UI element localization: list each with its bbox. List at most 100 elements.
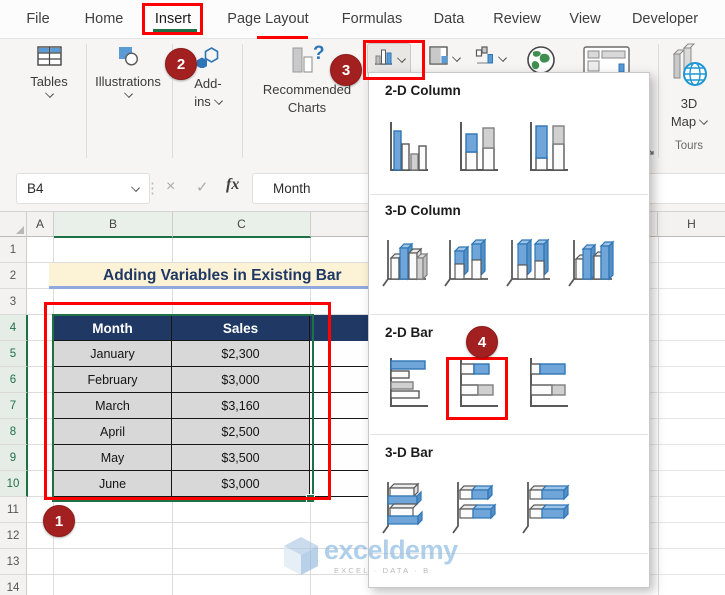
3d-clustered-column-option[interactable]: [376, 225, 434, 297]
select-all-triangle: [16, 226, 24, 234]
cell-sales[interactable]: $2,300: [172, 341, 310, 367]
cell-sales[interactable]: $3,000: [172, 367, 310, 393]
table-row: June $3,000: [53, 471, 310, 497]
bordered-empty-cells[interactable]: [310, 341, 368, 497]
table-header-month[interactable]: Month: [53, 315, 172, 341]
column-header-h[interactable]: H: [658, 212, 725, 237]
3d-map-icon: [670, 42, 708, 93]
name-box[interactable]: B4: [16, 173, 150, 204]
3d-clustered-bar-option[interactable]: [376, 469, 436, 545]
cell-month[interactable]: March: [53, 393, 172, 419]
tables-button[interactable]: Tables: [18, 46, 80, 98]
cell-sales[interactable]: $3,000: [172, 471, 310, 497]
data-table[interactable]: Month Sales January $2,300 February $3,0…: [53, 315, 310, 497]
select-all-corner[interactable]: [0, 212, 27, 237]
table-header-row: Month Sales: [53, 315, 310, 341]
addins-label-line2: ins: [194, 94, 211, 109]
column-header-g[interactable]: [650, 212, 658, 237]
section-label-2d-column: 2-D Column: [385, 83, 461, 98]
column-header-d[interactable]: [311, 212, 369, 237]
insert-column-chart-button[interactable]: [367, 43, 411, 75]
table-row: January $2,300: [53, 341, 310, 367]
cancel-icon[interactable]: ×: [166, 178, 175, 196]
row-header-5[interactable]: 5: [0, 341, 28, 367]
cell-month[interactable]: January: [53, 341, 172, 367]
cell-month[interactable]: May: [53, 445, 172, 471]
chevron-down-icon: [131, 183, 140, 192]
tab-view[interactable]: View: [560, 0, 610, 38]
row-header-2[interactable]: 2: [0, 263, 27, 289]
row-header-12[interactable]: 12: [0, 523, 27, 549]
table-row: April $2,500: [53, 419, 310, 445]
chevron-down-icon: [699, 116, 709, 125]
tab-home[interactable]: Home: [78, 0, 130, 38]
3d-100-stacked-column-option[interactable]: [500, 225, 558, 297]
column-header-b[interactable]: B: [54, 212, 173, 238]
table-row: February $3,000: [53, 367, 310, 393]
name-box-value: B4: [27, 181, 44, 196]
insert-function-icon[interactable]: fx: [226, 176, 239, 194]
excel-window: File Home Insert Page Layout Formulas Da…: [0, 0, 725, 595]
clustered-bar-option[interactable]: [380, 349, 436, 417]
100-stacked-bar-option[interactable]: [520, 349, 576, 417]
tab-data[interactable]: Data: [424, 0, 474, 38]
row-header-7[interactable]: 7: [0, 393, 28, 419]
stacked-bar-option[interactable]: [450, 349, 506, 417]
table-header-sales[interactable]: Sales: [172, 315, 310, 341]
tab-page-layout[interactable]: Page Layout: [218, 0, 318, 38]
fill-handle[interactable]: [306, 494, 315, 503]
gridlines: [650, 237, 725, 595]
row-header-8[interactable]: 8: [0, 419, 28, 445]
section-label-3d-bar: 3-D Bar: [385, 445, 434, 460]
recommended-charts-icon: ?: [290, 43, 325, 79]
column-chart-icon: [373, 47, 393, 71]
stacked-column-option[interactable]: [450, 112, 506, 182]
cell-month[interactable]: April: [53, 419, 172, 445]
tours-group-label: Tours: [674, 140, 704, 152]
menu-separator: [370, 553, 648, 554]
3d-100-stacked-bar-option[interactable]: [516, 469, 576, 545]
row-header-14[interactable]: 14: [0, 575, 27, 595]
3d-map-button[interactable]: 3D Map: [662, 42, 716, 129]
3d-column-option[interactable]: [562, 225, 620, 297]
tab-review[interactable]: Review: [486, 0, 548, 38]
cell-month[interactable]: February: [53, 367, 172, 393]
3d-stacked-column-option[interactable]: [438, 225, 496, 297]
menu-separator: [370, 314, 648, 315]
row-header-3[interactable]: 3: [0, 289, 27, 315]
row-header-11[interactable]: 11: [0, 497, 27, 523]
3d-stacked-bar-option[interactable]: [446, 469, 506, 545]
100-stacked-column-option[interactable]: [520, 112, 576, 182]
tab-formulas[interactable]: Formulas: [336, 0, 408, 38]
cell-sales[interactable]: $2,500: [172, 419, 310, 445]
row-header-6[interactable]: 6: [0, 367, 28, 393]
tab-developer[interactable]: Developer: [622, 0, 708, 38]
row-header-1[interactable]: 1: [0, 237, 27, 263]
sheet-title: Adding Variables in Existing Bar: [49, 263, 368, 289]
column-header-a[interactable]: A: [27, 212, 54, 237]
recommended-charts-label-line2: Charts: [287, 100, 327, 115]
column-header-c[interactable]: C: [173, 212, 311, 238]
row-header-10[interactable]: 10: [0, 471, 28, 497]
clustered-column-option[interactable]: [380, 112, 436, 182]
cell-sales[interactable]: $3,160: [172, 393, 310, 419]
row-header-9[interactable]: 9: [0, 445, 28, 471]
illustrations-button[interactable]: Illustrations: [94, 46, 162, 98]
row-header-4[interactable]: 4: [0, 315, 28, 341]
cell-sales[interactable]: $3,500: [172, 445, 310, 471]
row-header-13[interactable]: 13: [0, 549, 27, 575]
chevron-down-icon: [498, 52, 507, 62]
group-separator: [242, 44, 243, 158]
cell-month[interactable]: June: [53, 471, 172, 497]
table-row: March $3,160: [53, 393, 310, 419]
ribbon-tab-bar: File Home Insert Page Layout Formulas Da…: [0, 0, 725, 39]
insert-hierarchy-chart-button[interactable]: [424, 43, 465, 73]
section-label-2d-bar: 2-D Bar: [385, 325, 434, 340]
chevron-down-icon: [452, 52, 461, 62]
enter-icon[interactable]: ✓: [196, 178, 209, 196]
chevron-down-icon: [213, 96, 223, 105]
resize-dots-icon[interactable]: ⋮: [145, 179, 160, 197]
insert-waterfall-chart-button[interactable]: [470, 43, 511, 73]
tab-file[interactable]: File: [18, 0, 58, 38]
chevron-down-icon: [44, 89, 54, 98]
